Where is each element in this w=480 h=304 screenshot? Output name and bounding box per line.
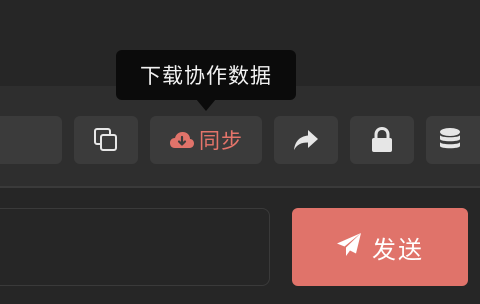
share-button[interactable] xyxy=(274,116,338,164)
lock-button[interactable] xyxy=(350,116,414,164)
sync-label: 同步 xyxy=(199,129,243,153)
app-root: 同步 下载协作数据 发送 xyxy=(0,0,480,304)
sync-button[interactable]: 同步 xyxy=(150,116,262,164)
copy-icon xyxy=(93,127,119,153)
cloud-download-icon xyxy=(169,129,195,151)
sync-tooltip: 下载协作数据 xyxy=(116,50,296,100)
toolbar-input-partial[interactable] xyxy=(0,116,62,164)
send-label: 发送 xyxy=(372,235,424,264)
copy-button[interactable] xyxy=(74,116,138,164)
lock-icon xyxy=(371,127,393,153)
database-icon xyxy=(439,127,461,153)
paper-plane-icon xyxy=(336,232,362,262)
tooltip-arrow xyxy=(196,99,216,111)
database-button[interactable] xyxy=(426,116,480,164)
message-input[interactable] xyxy=(0,208,270,286)
send-button[interactable]: 发送 xyxy=(292,208,468,286)
share-icon xyxy=(292,128,320,152)
